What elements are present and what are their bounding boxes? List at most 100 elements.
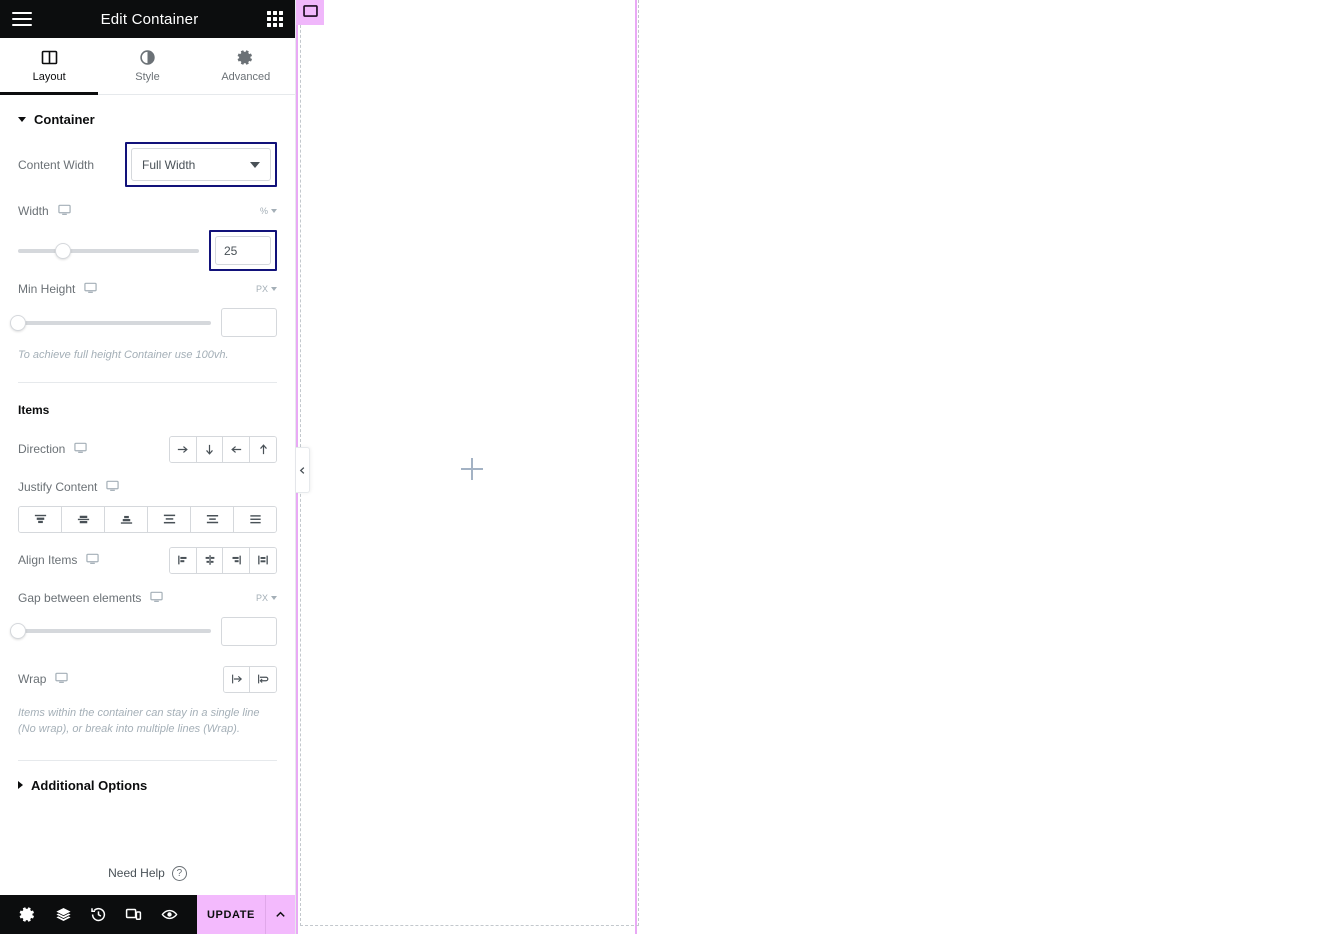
width-unit-selector[interactable]: % bbox=[260, 206, 277, 216]
footer-tools bbox=[0, 895, 197, 934]
desktop-icon[interactable] bbox=[55, 671, 69, 687]
chevron-up-icon[interactable] bbox=[265, 895, 295, 934]
width-slider[interactable] bbox=[18, 242, 199, 259]
min-height-unit-selector[interactable]: PX bbox=[256, 284, 277, 294]
chevron-down-icon bbox=[271, 209, 277, 213]
add-element-button[interactable] bbox=[461, 458, 483, 480]
chevron-down-icon bbox=[271, 595, 277, 600]
question-circle-icon: ? bbox=[171, 865, 187, 881]
history-icon[interactable] bbox=[90, 906, 107, 923]
justify-content-choices bbox=[18, 505, 277, 533]
desktop-icon[interactable] bbox=[86, 552, 100, 568]
hamburger-icon[interactable] bbox=[12, 12, 32, 26]
responsive-icon[interactable] bbox=[125, 906, 142, 923]
chevron-left-icon bbox=[299, 466, 305, 474]
content-width-label: Content Width bbox=[18, 157, 95, 172]
desktop-icon[interactable] bbox=[84, 281, 98, 297]
justify-center-button[interactable] bbox=[62, 506, 105, 532]
gap-unit-value: PX bbox=[255, 592, 268, 603]
justify-content-label: Justify Content bbox=[18, 479, 98, 494]
justify-flex-end-button[interactable] bbox=[105, 506, 148, 532]
gear-icon bbox=[237, 49, 254, 66]
layers-icon[interactable] bbox=[55, 906, 72, 923]
align-items-label: Align Items bbox=[18, 553, 78, 567]
width-label: Width bbox=[18, 204, 49, 218]
control-align-items: Align Items bbox=[0, 546, 295, 574]
wrap-nowrap-button[interactable] bbox=[224, 666, 250, 692]
desktop-icon[interactable] bbox=[150, 590, 164, 606]
justify-flex-start-button[interactable] bbox=[19, 506, 62, 532]
wrap-label: Wrap bbox=[18, 672, 47, 686]
direction-label: Direction bbox=[18, 442, 66, 456]
desktop-icon[interactable] bbox=[58, 203, 71, 219]
justify-space-evenly-button[interactable] bbox=[234, 506, 276, 532]
tab-style-label: Style bbox=[135, 71, 160, 83]
additional-options-title: Additional Options bbox=[31, 777, 148, 793]
gap-slider-thumb[interactable] bbox=[10, 623, 26, 639]
min-height-hint: To achieve full height Container use 100… bbox=[18, 349, 229, 361]
container-label-tag[interactable] bbox=[296, 0, 324, 25]
need-help-link[interactable]: Need Help ? bbox=[0, 865, 295, 881]
width-unit-value: % bbox=[259, 206, 268, 216]
control-gap: Gap between elements PX bbox=[0, 590, 295, 646]
min-height-slider-thumb[interactable] bbox=[10, 314, 26, 331]
settings-icon[interactable] bbox=[19, 906, 36, 923]
wrap-hint: Items within the container can stay in a… bbox=[18, 706, 260, 736]
content-width-select[interactable]: Full Width bbox=[131, 148, 271, 181]
tab-layout-label: Layout bbox=[32, 71, 66, 83]
control-content-width: Content Width Full Width bbox=[0, 142, 295, 187]
panel-footer: UPDATE bbox=[0, 895, 295, 934]
editor-panel: Edit Container Layout Style Advanced Con… bbox=[0, 0, 296, 934]
align-items-choices bbox=[169, 546, 277, 574]
contrast-circle-icon bbox=[139, 49, 156, 66]
desktop-icon[interactable] bbox=[106, 479, 120, 495]
direction-column-button[interactable] bbox=[196, 436, 224, 462]
grid-apps-icon[interactable] bbox=[267, 11, 283, 27]
caret-down-icon bbox=[18, 117, 26, 122]
section-container-header[interactable]: Container bbox=[0, 95, 295, 142]
control-min-height: Min Height PX bbox=[0, 281, 295, 337]
section-container-title: Container bbox=[34, 112, 95, 127]
need-help-label: Need Help bbox=[108, 866, 165, 880]
wrap-wrap-button[interactable] bbox=[250, 666, 276, 692]
container-element[interactable] bbox=[300, 0, 639, 926]
page-title: Edit Container bbox=[100, 10, 199, 28]
gap-unit-selector[interactable]: PX bbox=[256, 593, 277, 603]
content-width-highlight: Full Width bbox=[125, 142, 277, 187]
justify-space-between-button[interactable] bbox=[148, 506, 191, 532]
min-height-slider[interactable] bbox=[10, 314, 211, 331]
caret-right-icon bbox=[18, 781, 23, 789]
control-width: Width % bbox=[0, 203, 295, 271]
gap-slider[interactable] bbox=[10, 623, 211, 639]
eye-preview-icon[interactable] bbox=[161, 906, 178, 923]
min-height-input[interactable] bbox=[221, 308, 277, 337]
chevron-down-icon bbox=[271, 287, 277, 291]
tab-layout[interactable]: Layout bbox=[0, 38, 99, 95]
wrap-choices bbox=[223, 665, 277, 693]
align-flex-start-button[interactable] bbox=[170, 547, 197, 573]
tab-style[interactable]: Style bbox=[98, 38, 196, 94]
direction-column-reverse-button[interactable] bbox=[250, 436, 276, 462]
align-flex-end-button[interactable] bbox=[223, 547, 251, 573]
align-stretch-button[interactable] bbox=[250, 547, 276, 573]
control-direction: Direction bbox=[0, 435, 295, 463]
panel-collapse-handle[interactable] bbox=[296, 447, 310, 493]
direction-row-reverse-button[interactable] bbox=[223, 436, 251, 462]
min-height-unit-value: PX bbox=[255, 284, 268, 294]
gap-input[interactable] bbox=[221, 616, 277, 646]
items-group-title: Items bbox=[0, 401, 295, 419]
chevron-down-icon bbox=[250, 161, 260, 168]
align-center-button[interactable] bbox=[196, 547, 224, 573]
gap-label: Gap between elements bbox=[18, 590, 142, 605]
tab-advanced[interactable]: Advanced bbox=[197, 38, 295, 94]
width-input[interactable] bbox=[215, 236, 271, 265]
editor-canvas[interactable] bbox=[296, 0, 1327, 934]
width-slider-thumb[interactable] bbox=[55, 242, 72, 259]
direction-row-button[interactable] bbox=[170, 436, 197, 462]
layout-columns-icon bbox=[41, 49, 58, 66]
section-additional-options-header[interactable]: Additional Options bbox=[0, 761, 295, 808]
update-button[interactable]: UPDATE bbox=[197, 895, 265, 934]
justify-space-around-button[interactable] bbox=[191, 506, 234, 532]
desktop-icon[interactable] bbox=[74, 441, 88, 457]
tab-advanced-label: Advanced bbox=[221, 71, 271, 83]
